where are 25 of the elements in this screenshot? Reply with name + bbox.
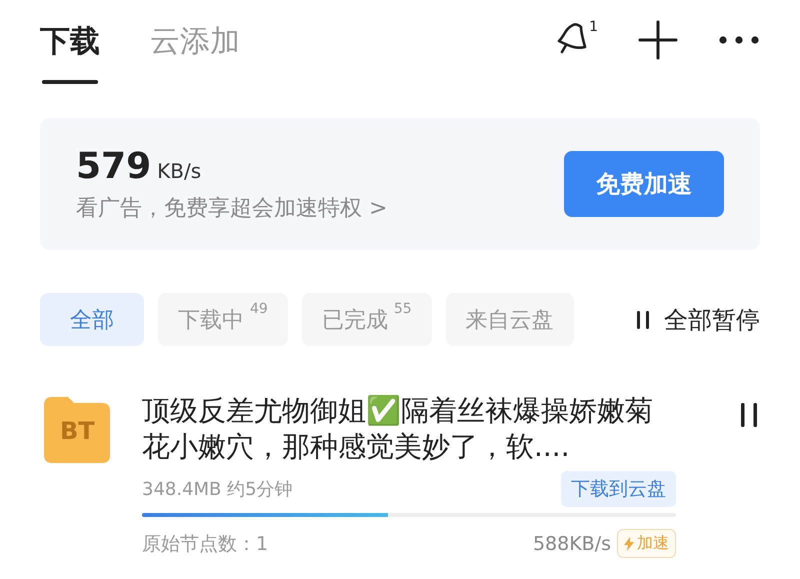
file-type-label: BT bbox=[60, 417, 95, 445]
filter-chip[interactable]: 已完成 55 bbox=[302, 293, 432, 346]
tab[interactable]: 下载 bbox=[40, 18, 100, 62]
download-speed: 588KB/s bbox=[532, 532, 611, 554]
add-icon[interactable] bbox=[638, 20, 678, 60]
filter-chip[interactable]: 全部 bbox=[40, 293, 144, 346]
file-name: 顶级反差尤物御姐✅隔着丝袜爆操娇嫩菊花小嫩穴，那种感觉美妙了，软.... bbox=[142, 393, 654, 465]
promo-link[interactable]: 看广告，免费享超会加速特权 > bbox=[76, 192, 388, 222]
lightning-icon bbox=[624, 536, 634, 550]
pause-icon bbox=[636, 310, 650, 328]
tab-indicator bbox=[42, 80, 98, 84]
filter-chip[interactable]: 下载中 49 bbox=[158, 293, 288, 346]
file-size: 348.4MB 约5分钟 bbox=[142, 478, 293, 501]
tab[interactable]: 云添加 bbox=[150, 18, 240, 62]
speed-value: 579 bbox=[76, 146, 152, 186]
save-to-cloud-button[interactable]: 下载到云盘 bbox=[561, 471, 676, 507]
more-icon[interactable] bbox=[718, 35, 760, 45]
speed-unit: KB/s bbox=[157, 158, 202, 182]
pause-all-button[interactable]: 全部暂停 bbox=[636, 304, 760, 336]
pause-icon[interactable] bbox=[740, 403, 758, 427]
source-nodes: 原始节点数：1 bbox=[142, 530, 268, 556]
boost-button[interactable]: 加速 bbox=[617, 529, 676, 558]
filter-chip[interactable]: 来自云盘 bbox=[446, 293, 574, 346]
notification-count: 1 bbox=[589, 19, 598, 35]
free-boost-button[interactable]: 免费加速 bbox=[564, 151, 724, 217]
